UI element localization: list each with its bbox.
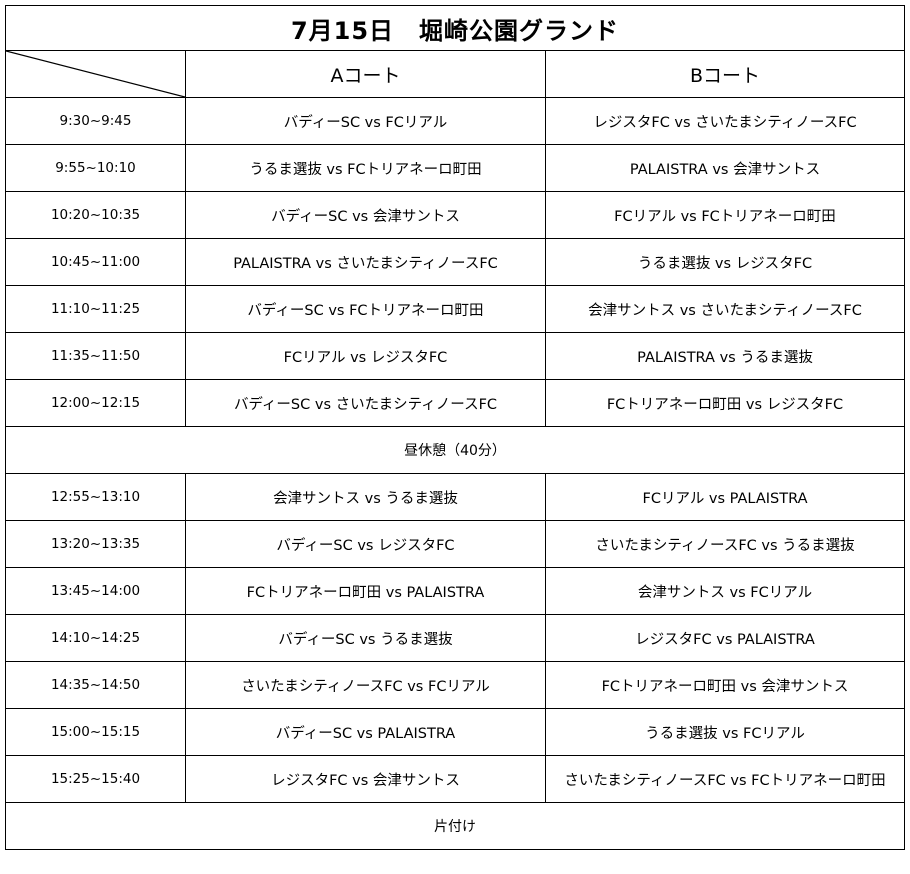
court-a-match: うるま選抜 vs FCトリアネーロ町田 (185, 144, 546, 192)
court-a-match: PALAISTRA vs さいたまシティノースFC (185, 238, 546, 286)
match-time: 15:00~15:15 (5, 708, 186, 756)
diagonal-line (6, 51, 185, 97)
match-time: 15:25~15:40 (5, 755, 186, 803)
court-a-match: バディーSC vs FCリアル (185, 97, 546, 145)
court-b-match: レジスタFC vs PALAISTRA (545, 614, 905, 662)
court-b-match: 会津サントス vs さいたまシティノースFC (545, 285, 905, 333)
court-a-match: さいたまシティノースFC vs FCリアル (185, 661, 546, 709)
court-b-match: うるま選抜 vs FCリアル (545, 708, 905, 756)
match-time: 9:30~9:45 (5, 97, 186, 145)
court-b-match: FCリアル vs PALAISTRA (545, 473, 905, 521)
match-time: 9:55~10:10 (5, 144, 186, 192)
court-b-match: FCトリアネーロ町田 vs レジスタFC (545, 379, 905, 427)
court-a-match: バディーSC vs PALAISTRA (185, 708, 546, 756)
court-a-match: バディーSC vs うるま選抜 (185, 614, 546, 662)
lunch-break-row: 昼休憩（40分） (5, 426, 905, 474)
table-row: 10:20~10:35 バディーSC vs 会津サントス FCリアル vs FC… (5, 191, 905, 239)
court-b-match: 会津サントス vs FCリアル (545, 567, 905, 615)
court-b-match: FCリアル vs FCトリアネーロ町田 (545, 191, 905, 239)
court-a-match: バディーSC vs 会津サントス (185, 191, 546, 239)
page-title: 7月15日 堀崎公園グランド (5, 5, 905, 51)
cleanup-row: 片付け (5, 802, 905, 850)
court-b-match: FCトリアネーロ町田 vs 会津サントス (545, 661, 905, 709)
match-time: 13:20~13:35 (5, 520, 186, 568)
table-row: 9:30~9:45 バディーSC vs FCリアル レジスタFC vs さいたま… (5, 97, 905, 145)
court-a-match: バディーSC vs レジスタFC (185, 520, 546, 568)
corner-diagonal-cell (5, 50, 186, 98)
court-a-match: バディーSC vs FCトリアネーロ町田 (185, 285, 546, 333)
schedule-table: 7月15日 堀崎公園グランド Aコート Bコート 9:30~9:45 バディーS… (5, 5, 905, 850)
table-row: 12:55~13:10 会津サントス vs うるま選抜 FCリアル vs PAL… (5, 473, 905, 521)
match-time: 14:35~14:50 (5, 661, 186, 709)
table-row: 15:25~15:40 レジスタFC vs 会津サントス さいたまシティノースF… (5, 755, 905, 803)
court-b-match: レジスタFC vs さいたまシティノースFC (545, 97, 905, 145)
court-b-match: さいたまシティノースFC vs うるま選抜 (545, 520, 905, 568)
match-time: 11:10~11:25 (5, 285, 186, 333)
table-row: 11:10~11:25 バディーSC vs FCトリアネーロ町田 会津サントス … (5, 285, 905, 333)
table-row: 10:45~11:00 PALAISTRA vs さいたまシティノースFC うる… (5, 238, 905, 286)
match-time: 10:20~10:35 (5, 191, 186, 239)
match-time: 14:10~14:25 (5, 614, 186, 662)
table-row: 14:35~14:50 さいたまシティノースFC vs FCリアル FCトリアネ… (5, 661, 905, 709)
match-time: 12:55~13:10 (5, 473, 186, 521)
court-a-match: FCリアル vs レジスタFC (185, 332, 546, 380)
court-b-header: Bコート (545, 50, 905, 98)
court-b-match: PALAISTRA vs うるま選抜 (545, 332, 905, 380)
lunch-break-label: 昼休憩（40分） (5, 426, 905, 474)
table-row: 13:20~13:35 バディーSC vs レジスタFC さいたまシティノースF… (5, 520, 905, 568)
match-time: 11:35~11:50 (5, 332, 186, 380)
match-time: 10:45~11:00 (5, 238, 186, 286)
court-a-match: バディーSC vs さいたまシティノースFC (185, 379, 546, 427)
match-time: 13:45~14:00 (5, 567, 186, 615)
court-a-match: FCトリアネーロ町田 vs PALAISTRA (185, 567, 546, 615)
court-a-match: 会津サントス vs うるま選抜 (185, 473, 546, 521)
court-b-match: さいたまシティノースFC vs FCトリアネーロ町田 (545, 755, 905, 803)
cleanup-label: 片付け (5, 802, 905, 850)
table-row: 15:00~15:15 バディーSC vs PALAISTRA うるま選抜 vs… (5, 708, 905, 756)
table-row: 11:35~11:50 FCリアル vs レジスタFC PALAISTRA vs… (5, 332, 905, 380)
court-b-match: PALAISTRA vs 会津サントス (545, 144, 905, 192)
table-row: 9:55~10:10 うるま選抜 vs FCトリアネーロ町田 PALAISTRA… (5, 144, 905, 192)
table-row: 12:00~12:15 バディーSC vs さいたまシティノースFC FCトリア… (5, 379, 905, 427)
court-a-match: レジスタFC vs 会津サントス (185, 755, 546, 803)
court-a-header: Aコート (185, 50, 546, 98)
court-b-match: うるま選抜 vs レジスタFC (545, 238, 905, 286)
match-time: 12:00~12:15 (5, 379, 186, 427)
table-row: 14:10~14:25 バディーSC vs うるま選抜 レジスタFC vs PA… (5, 614, 905, 662)
table-row: 13:45~14:00 FCトリアネーロ町田 vs PALAISTRA 会津サン… (5, 567, 905, 615)
